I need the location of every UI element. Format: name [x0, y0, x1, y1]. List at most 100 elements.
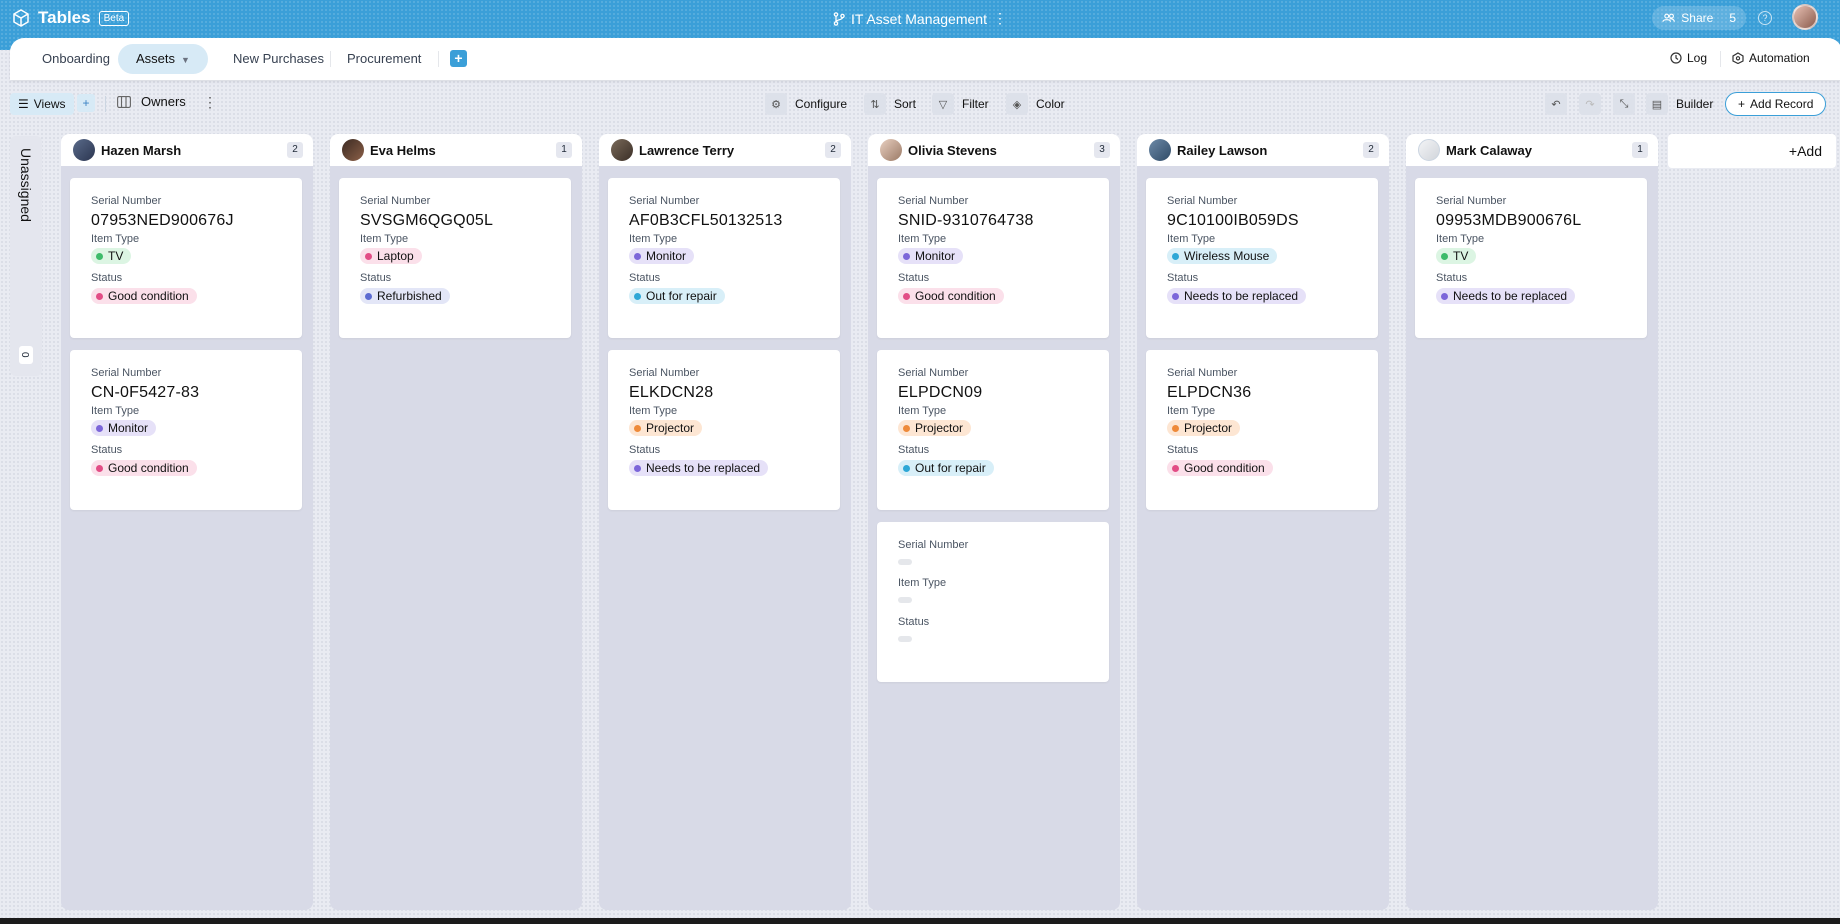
record-card[interactable]: Serial Number Item Type Status AF0B3CFL5013… [608, 178, 840, 338]
serial-number-label: Serial Number [898, 539, 969, 551]
tab-label: Onboarding [42, 51, 110, 66]
serial-number-value: 9C10100IB059DS [1167, 212, 1299, 229]
item-type-chip-text: Monitor [108, 421, 149, 435]
item-type-chip[interactable]: TV [91, 248, 132, 264]
unassigned-lane[interactable]: Unassigned 0 [10, 136, 42, 376]
item-type-chip[interactable]: Monitor [629, 248, 695, 264]
view-toolbar: ☰ Views + Owners ⋮ ⚙ Configure ⇅ Sort ▽ … [0, 88, 1840, 120]
record-card[interactable]: Serial Number Item Type Status 07953NED9006… [70, 178, 302, 338]
tab-strip: Onboarding Assets ▼ New Purchases Procure… [10, 38, 1840, 80]
item-type-chip-text: Monitor [646, 249, 687, 263]
views-button[interactable]: ☰ Views [10, 93, 74, 115]
item-type-chip[interactable]: Monitor [91, 420, 157, 436]
add-view-button[interactable]: + [77, 94, 95, 112]
configure-label: Configure [795, 97, 848, 111]
item-type-chip-text: Projector [646, 421, 695, 435]
item-type-chip[interactable]: Monitor [898, 248, 964, 264]
status-chip[interactable]: Needs to be replaced [1436, 288, 1576, 304]
tab-label: New Purchases [233, 51, 325, 66]
add-record-button[interactable]: + Add Record [1725, 92, 1827, 116]
serial-number-value: CN-0F5427-83 [91, 384, 200, 401]
chevron-down-icon[interactable]: ▼ [181, 55, 190, 65]
record-count-badge: 2 [825, 142, 841, 158]
record-card[interactable]: Serial Number Item Type Status ELPDCN36 Proj… [1146, 350, 1378, 510]
column-header[interactable]: Hazen Marsh 2 [61, 134, 313, 166]
item-type-chip[interactable]: Wireless Mouse [1167, 248, 1278, 264]
item-type-chip-dot [1172, 424, 1179, 432]
doc-menu-icon[interactable]: ⋮ [993, 10, 1007, 27]
item-type-chip[interactable]: Projector [1167, 420, 1241, 436]
record-card[interactable]: Serial Number Item Type Status SVSGM6QGQ05L… [339, 178, 571, 338]
status-label: Status [898, 272, 930, 284]
record-card[interactable]: Serial Number Item Type Status CN-0F5427-83… [70, 350, 302, 510]
status-chip[interactable]: Out for repair [898, 460, 994, 476]
configure-button[interactable]: ⚙ Configure [765, 93, 847, 115]
builder-button[interactable]: ▤ Builder [1646, 93, 1713, 115]
status-chip-dot [903, 464, 910, 472]
brand[interactable]: Tables Beta [12, 8, 130, 28]
tab-assets[interactable]: Assets ▼ [118, 44, 208, 74]
tab-procurement[interactable]: Procurement [329, 44, 439, 74]
view-options-icon[interactable]: ⋮ [203, 94, 217, 111]
item-type-chip[interactable]: Laptop [360, 248, 422, 264]
status-chip[interactable]: Good condition [91, 460, 197, 476]
add-column-button[interactable]: +Add [1668, 134, 1836, 168]
group-by-view[interactable]: Owners [117, 94, 186, 109]
status-chip-text: Needs to be replaced [1184, 289, 1299, 303]
status-chip[interactable]: Out for repair [629, 288, 725, 304]
status-chip[interactable]: Good condition [898, 288, 1004, 304]
status-chip-dot [96, 292, 103, 300]
doc-title[interactable]: IT Asset Management ⋮ [833, 10, 1007, 27]
tab-new-purchases[interactable]: New Purchases [215, 44, 342, 74]
record-card[interactable]: Serial Number Item Type Status [877, 522, 1109, 682]
item-type-chip-dot [903, 424, 910, 432]
column-header[interactable]: Railey Lawson 2 [1137, 134, 1389, 166]
status-chip[interactable]: Good condition [91, 288, 197, 304]
sort-button[interactable]: ⇅ Sort [864, 93, 916, 115]
item-type-chip[interactable]: TV [1436, 248, 1477, 264]
group-by-label: Owners [141, 94, 186, 109]
user-avatar[interactable] [1792, 4, 1818, 30]
log-button[interactable]: Log [1670, 51, 1707, 65]
record-card[interactable]: Serial Number Item Type Status ELKDCN28 Proj… [608, 350, 840, 510]
status-label: Status [1167, 272, 1199, 284]
filter-button[interactable]: ▽ Filter [932, 93, 989, 115]
column-header[interactable]: Eva Helms 1 [330, 134, 582, 166]
owner-column: Lawrence Terry 2 Serial Number Item Type Sta… [599, 134, 851, 910]
record-card[interactable]: Serial Number Item Type Status 09953MDB9006… [1415, 178, 1647, 338]
serial-number-label: Serial Number [629, 367, 700, 379]
record-card[interactable]: Serial Number Item Type Status 9C10100IB059… [1146, 178, 1378, 338]
status-chip[interactable]: Refurbished [360, 288, 450, 304]
redo-button[interactable]: ↷ [1579, 93, 1601, 115]
serial-number-label: Serial Number [91, 195, 162, 207]
tab-onboarding[interactable]: Onboarding [24, 44, 128, 74]
automation-icon [1732, 52, 1744, 64]
help-icon[interactable]: ? [1758, 11, 1772, 25]
record-card[interactable]: Serial Number Item Type Status ELPDCN09 Proj… [877, 350, 1109, 510]
views-label: Views [33, 97, 66, 111]
serial-number-label: Serial Number [1167, 367, 1238, 379]
add-tab-button[interactable]: + [450, 50, 467, 67]
item-type-chip[interactable]: Projector [898, 420, 972, 436]
empty-value-placeholder [898, 597, 912, 603]
column-header[interactable]: Lawrence Terry 2 [599, 134, 851, 166]
column-header[interactable]: Mark Calaway 1 [1406, 134, 1658, 166]
column-header[interactable]: Olivia Stevens 3 [868, 134, 1120, 166]
doc-title-text: IT Asset Management [851, 10, 987, 27]
serial-number-value: ELPDCN09 [898, 384, 983, 401]
serial-number-value: AF0B3CFL50132513 [629, 212, 783, 229]
undo-button[interactable]: ↶ [1545, 93, 1567, 115]
status-chip[interactable]: Good condition [1167, 460, 1273, 476]
status-chip[interactable]: Needs to be replaced [629, 460, 769, 476]
collapse-button[interactable]: ⤡ [1613, 93, 1635, 115]
color-button[interactable]: ◈ Color [1006, 93, 1065, 115]
automation-button[interactable]: Automation [1732, 51, 1810, 65]
redo-icon: ↷ [1579, 93, 1601, 115]
status-label: Status [91, 272, 123, 284]
status-label: Status [360, 272, 392, 284]
record-card[interactable]: Serial Number Item Type Status SNID-9310764… [877, 178, 1109, 338]
share-button[interactable]: Share 5 [1652, 6, 1746, 30]
status-chip[interactable]: Needs to be replaced [1167, 288, 1307, 304]
log-label: Log [1687, 51, 1708, 65]
item-type-chip[interactable]: Projector [629, 420, 703, 436]
